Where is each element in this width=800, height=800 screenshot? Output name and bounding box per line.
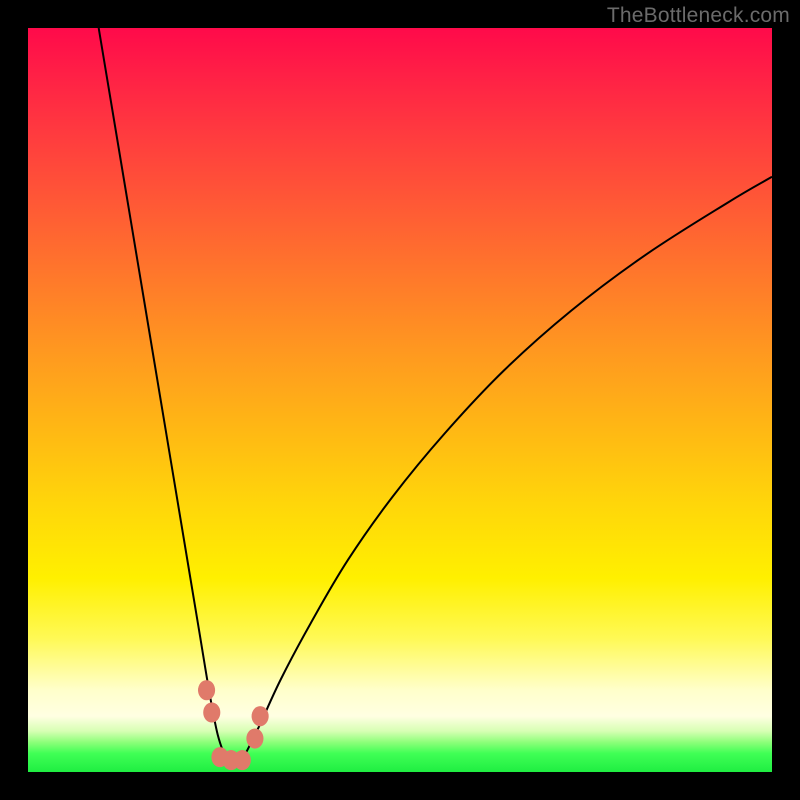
watermark-text: TheBottleneck.com [607, 4, 790, 28]
blob-right-lower [246, 728, 263, 748]
right-curve [244, 177, 772, 757]
marker-blobs [198, 680, 269, 770]
blob-left-lower [203, 702, 220, 722]
left-curve [99, 28, 225, 757]
outer-frame: TheBottleneck.com [0, 0, 800, 800]
blob-right-upper [252, 706, 269, 726]
chart-svg [28, 28, 772, 772]
blob-left-upper [198, 680, 215, 700]
plot-area [28, 28, 772, 772]
blob-floor-3 [234, 750, 251, 770]
